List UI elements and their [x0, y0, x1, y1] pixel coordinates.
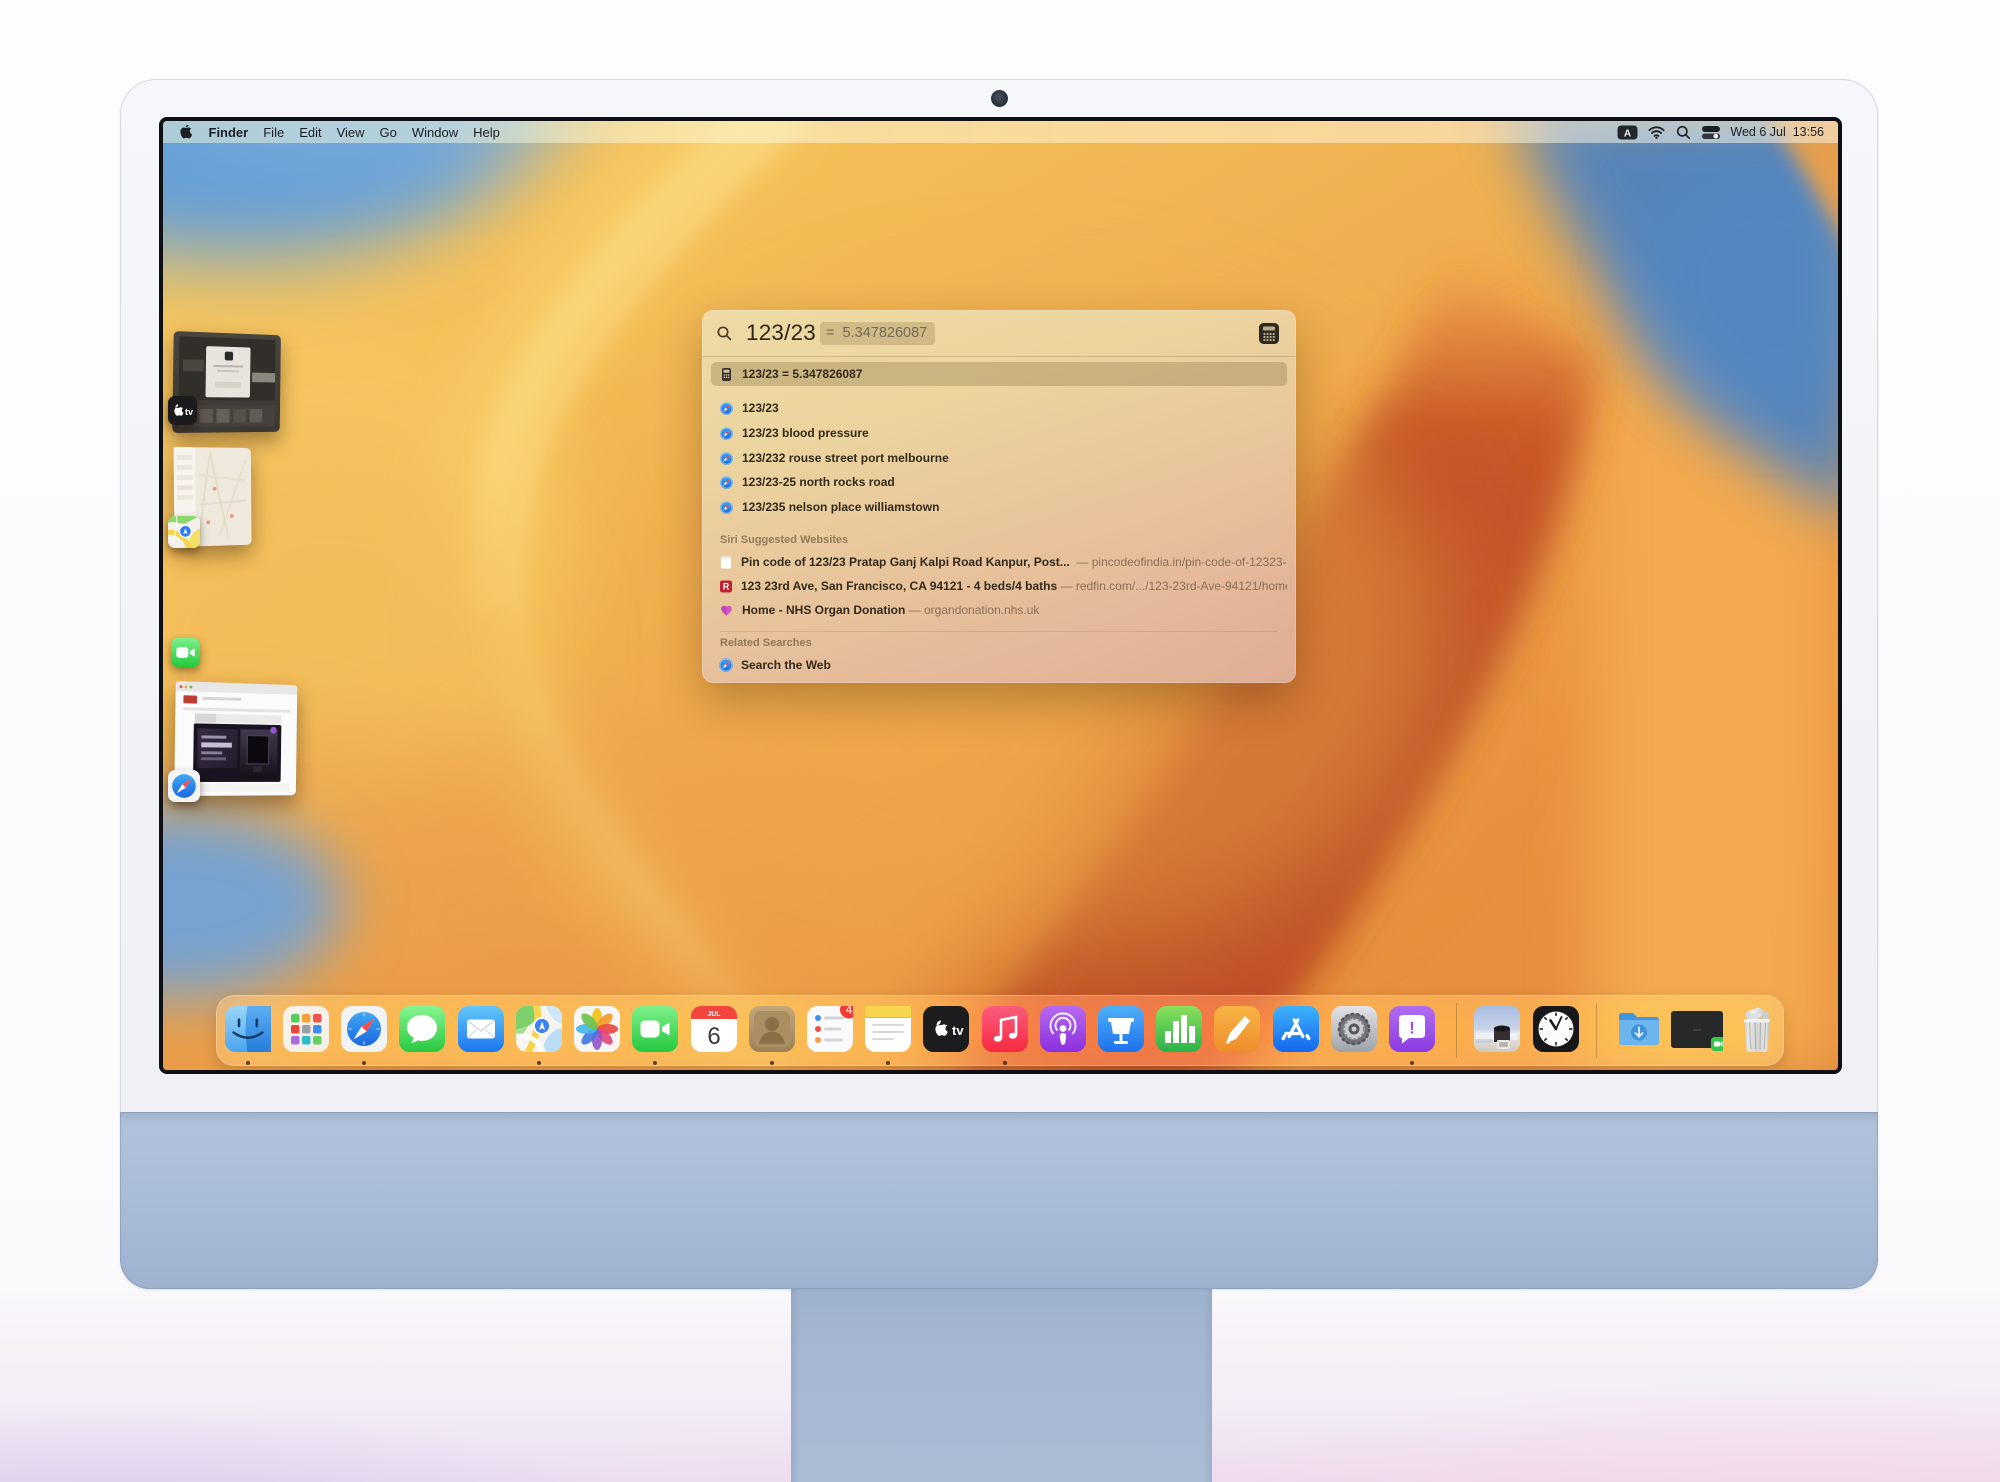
svg-text:6: 6	[707, 1023, 720, 1050]
svg-text:tv: tv	[952, 1023, 964, 1038]
svg-text:JUL: JUL	[707, 1011, 721, 1018]
svg-text:tv: tv	[185, 407, 193, 417]
svg-text:R: R	[723, 581, 730, 591]
svg-text:A: A	[1624, 128, 1631, 139]
svg-text:!: !	[1409, 1019, 1415, 1038]
svg-text:4: 4	[846, 1006, 853, 1017]
